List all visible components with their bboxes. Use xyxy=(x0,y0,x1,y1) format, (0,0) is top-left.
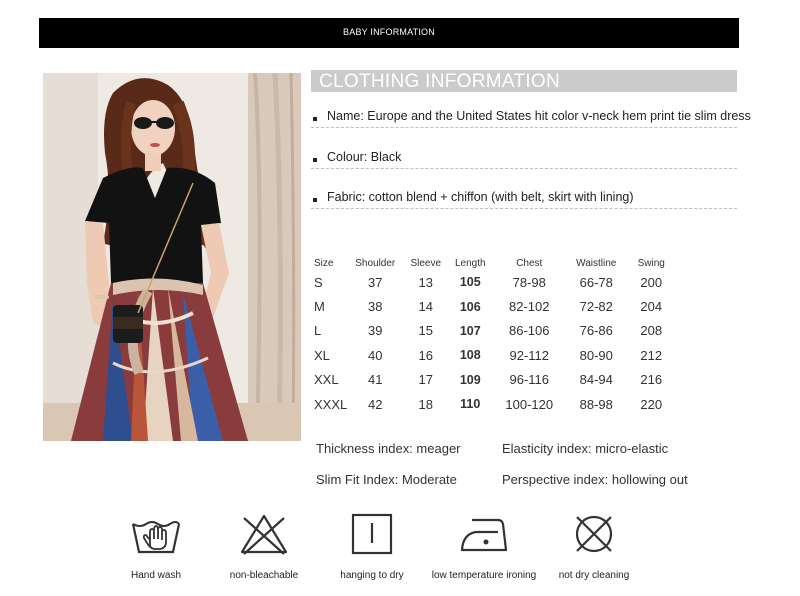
table-cell: 16 xyxy=(418,347,433,363)
table-cell: 37 xyxy=(368,274,383,290)
table-cell: 212 xyxy=(640,347,663,363)
fit-index: Slim Fit Index: Moderate xyxy=(316,472,457,487)
table-cell: 15 xyxy=(418,323,433,339)
product-photo xyxy=(43,73,301,441)
care-label: Hand wash xyxy=(130,570,182,581)
model-illustration xyxy=(43,73,301,441)
table-cell: 110 xyxy=(460,397,481,412)
info-text: Name: Europe and the United States hit c… xyxy=(327,109,751,123)
table-cell: L xyxy=(314,323,322,339)
bullet-icon xyxy=(313,158,317,162)
care-item-no-dry-clean: not dry cleaning xyxy=(534,512,654,581)
hang-dry-icon xyxy=(351,513,393,555)
table-cell: 72-82 xyxy=(579,299,613,315)
section-title: CLOTHING INFORMATION xyxy=(319,71,561,92)
table-cell: 216 xyxy=(640,372,663,388)
low-iron-icon xyxy=(460,518,508,552)
table-cell: 17 xyxy=(418,372,433,388)
table-cell: 208 xyxy=(640,323,663,339)
table-cell: 204 xyxy=(640,299,663,315)
table-cell: 107 xyxy=(459,323,481,338)
table-cell: XXL xyxy=(314,372,339,388)
table-row: M 38 14 106 82-102 72-82 204 xyxy=(311,294,676,318)
info-row-colour: Colour: Black xyxy=(311,147,737,169)
table-cell: 82-102 xyxy=(509,299,550,315)
no-dry-clean-icon xyxy=(575,515,613,553)
table-cell: 105 xyxy=(459,275,481,290)
col-header: Sleeve xyxy=(410,257,442,269)
table-cell: 220 xyxy=(640,396,663,412)
table-row: XXXL 42 18 110 100-120 88-98 220 xyxy=(311,392,676,416)
table-cell: 109 xyxy=(459,372,481,387)
hand-wash-icon xyxy=(131,521,181,554)
table-cell: S xyxy=(314,274,323,290)
table-cell: 108 xyxy=(459,348,481,363)
care-item-low-iron: low temperature ironing xyxy=(424,512,544,581)
banner-title: BABY INFORMATION xyxy=(343,27,435,37)
table-cell: 106 xyxy=(459,299,481,314)
table-cell: M xyxy=(314,299,325,315)
table-body: S 37 13 105 78-98 66-78 200 M 38 14 106 82-102 72-82… xyxy=(311,270,676,416)
thickness-index: Thickness index: meager xyxy=(316,441,461,456)
col-header: Chest xyxy=(516,257,543,269)
table-cell: 18 xyxy=(418,396,433,412)
table-row: XXL 41 17 109 96-116 84-94 216 xyxy=(311,368,676,392)
bullet-icon xyxy=(313,198,317,202)
col-header: Shoulder xyxy=(355,257,396,269)
col-header: Size xyxy=(314,257,334,269)
col-header: Length xyxy=(454,257,486,269)
table-row: S 37 13 105 78-98 66-78 200 xyxy=(311,270,676,294)
table-cell: 76-86 xyxy=(579,323,613,339)
size-table: Size Shoulder Sleeve Length Chest Waistl… xyxy=(311,256,676,416)
section-header: CLOTHING INFORMATION xyxy=(311,70,737,92)
info-text: Colour: Black xyxy=(327,150,402,164)
care-item-no-bleach: non-bleachable xyxy=(204,512,324,581)
elasticity-index: Elasticity index: micro-elastic xyxy=(502,441,669,456)
table-row: L 39 15 107 86-106 76-86 208 xyxy=(311,319,676,343)
bullet-icon xyxy=(313,117,317,121)
table-cell: 39 xyxy=(368,323,383,339)
perspective-index: Perspective index: hollowing out xyxy=(502,472,688,487)
care-item-hand-wash: Hand wash xyxy=(96,512,216,581)
info-row-fabric: Fabric: cotton blend + chiffon (with bel… xyxy=(311,187,737,209)
banner-bar: BABY INFORMATION xyxy=(39,18,739,48)
col-header: Swing xyxy=(637,257,665,269)
care-item-hang-dry: hanging to dry xyxy=(312,512,432,581)
table-header-row: Size Shoulder Sleeve Length Chest Waistl… xyxy=(311,256,676,270)
table-cell: 84-94 xyxy=(579,372,613,388)
care-label: non-bleachable xyxy=(229,570,299,581)
table-cell: 80-90 xyxy=(579,347,613,363)
table-cell: 38 xyxy=(368,299,383,315)
table-cell: 96-116 xyxy=(509,372,549,388)
table-cell: XXXL xyxy=(314,396,348,412)
table-cell: 88-98 xyxy=(579,396,613,412)
info-text: Fabric: cotton blend + chiffon (with bel… xyxy=(327,190,634,204)
no-bleach-icon xyxy=(240,514,288,555)
table-cell: 92-112 xyxy=(509,347,549,363)
table-cell: 14 xyxy=(418,299,433,315)
table-cell: 86-106 xyxy=(509,323,550,339)
table-cell: XL xyxy=(314,347,330,363)
table-cell: 200 xyxy=(640,274,663,290)
table-row: XL 40 16 108 92-112 80-90 212 xyxy=(311,343,676,367)
table-cell: 78-98 xyxy=(512,274,546,290)
table-cell: 66-78 xyxy=(579,274,613,290)
table-cell: 40 xyxy=(368,347,383,363)
care-label: not dry cleaning xyxy=(558,570,630,581)
table-cell: 42 xyxy=(368,396,383,412)
table-cell: 13 xyxy=(418,274,433,290)
info-row-name: Name: Europe and the United States hit c… xyxy=(311,106,751,128)
col-header: Waistline xyxy=(576,257,617,269)
care-label: hanging to dry xyxy=(340,570,404,581)
care-label: low temperature ironing xyxy=(431,570,537,581)
table-cell: 100-120 xyxy=(505,396,554,412)
table-cell: 41 xyxy=(368,372,383,388)
